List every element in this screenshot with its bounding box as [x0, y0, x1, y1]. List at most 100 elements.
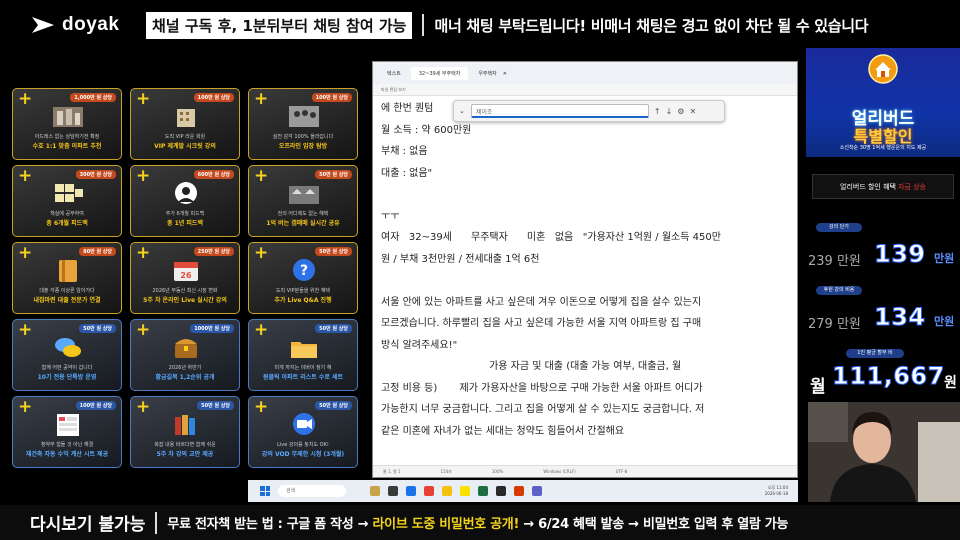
- close-icon[interactable]: ✕: [503, 71, 507, 77]
- binder-icon: [51, 257, 85, 283]
- notepad-menubar[interactable]: 파일 편집 보기: [373, 84, 797, 96]
- benefit-name: 원클릭 아파트 리스트 수로 세트: [262, 374, 344, 381]
- benefit-card: +100만 원 상당 청약부 힘들 것 아닌 해결 재건축 자동 수익 계산 시트 …: [12, 396, 122, 468]
- stat-unit: 원: [944, 375, 957, 391]
- notepad-line: 원 / 부채 3천만원 / 전세대출 1억 6천: [381, 253, 540, 265]
- previous-match-icon[interactable]: ↑: [654, 107, 661, 116]
- benefit-card: +100만 원 상당 실전 감각 100% 올라갑니다 오프라인 임장 탐방: [248, 88, 358, 160]
- price-badge: 100만 원 상당: [311, 93, 352, 102]
- plus-icon: +: [18, 89, 33, 109]
- logo: doyak: [30, 14, 142, 36]
- chat-manner-notice: 매너 채팅 부탁드립니다! 비매너 채팅은 경고 없이 차단 될 수 있습니다: [434, 16, 869, 35]
- benefit-subtitle: 미개 까지는 이버이 정기 혜: [274, 365, 332, 371]
- ad-caption: 소선착순 30명 1억세 행운운의 지도 제공: [839, 145, 927, 151]
- app-icon[interactable]: [532, 486, 542, 496]
- price-badge: 250만 원 상당: [193, 247, 234, 256]
- plus-icon: +: [254, 397, 269, 417]
- notepad-line: 모르겠습니다. 하루빨리 집을 사고 싶은데 가능한 서울 지역 아파트랑 집 …: [381, 318, 702, 329]
- notepad-line: 월 소득 : 약 600만원: [381, 124, 472, 136]
- find-input[interactable]: 제이조: [470, 104, 649, 118]
- webcam-person-image: [808, 402, 960, 502]
- next-match-icon[interactable]: ↓: [666, 107, 673, 116]
- price-badge: 600만 원 상당: [193, 170, 234, 179]
- chrome-icon[interactable]: [424, 486, 434, 496]
- chevron-down-icon[interactable]: ⌄: [459, 107, 465, 115]
- status-zoom: 100%: [491, 469, 504, 474]
- brand-name: doyak: [62, 14, 120, 35]
- benefit-card: +50만 원 상당 복잡 내용 바르다면 함께 쉬운 5주 차 강의 교안 제공: [130, 396, 240, 468]
- apartment-photo-icon: [51, 103, 85, 129]
- app-icon[interactable]: [496, 486, 506, 496]
- price-stat-1: 강의 단가 239 만원 139 만원: [806, 220, 960, 270]
- benefit-card: +50만 원 상당 Live 강의를 놓치도 OK! 강의 VOD 무제한 시청 (…: [248, 396, 358, 468]
- avatar-icon: [169, 180, 203, 206]
- plus-icon: +: [254, 243, 269, 263]
- plus-icon: +: [136, 89, 151, 109]
- benefit-card: +50만 원 상당 전의 어디에도 없는 혜택 1억 버는 갭매매 실시간 공유: [248, 165, 358, 237]
- stat-old-price: 279 만원: [808, 317, 861, 332]
- powerpoint-icon[interactable]: [514, 486, 524, 496]
- stat-old-price: 239 만원: [808, 254, 861, 269]
- calendar-icon: 26: [169, 257, 203, 283]
- people-photo-icon: [287, 103, 321, 129]
- folder-icon[interactable]: [442, 486, 452, 496]
- benefit-card: +600만 원 상당 추가 6개월 피드백 총 1년 피드백: [130, 165, 240, 237]
- benefit-name: 5주 차 온라인 Live 실시간 강의: [143, 297, 227, 304]
- taskbar-search-input[interactable]: 검색: [278, 485, 346, 497]
- app-task-view-icon[interactable]: [388, 486, 398, 496]
- benefit-subtitle: 실전 감각 100% 올라갑니다: [272, 134, 334, 140]
- tab-active[interactable]: 32~39세 무주택자: [410, 66, 469, 80]
- benefit-card: +50만 원 상당 미개 까지는 이버이 정기 혜 원클릭 아파트 리스트 수로 세…: [248, 319, 358, 391]
- benefit-name: 10기 전용 단톡방 운영: [37, 374, 97, 381]
- price-badge: 50만 원 상당: [79, 324, 116, 333]
- plus-icon: +: [136, 320, 151, 340]
- video-camera-icon: [287, 411, 321, 437]
- price-badge: 50만 원 상당: [197, 401, 234, 410]
- stat-unit: 만원: [934, 315, 955, 328]
- edge-icon[interactable]: [406, 486, 416, 496]
- question-bubble-icon: ?: [287, 257, 321, 283]
- stat-prefix: 월: [810, 377, 826, 397]
- notepad-line: 가능한지 너무 궁금합니다. 그리고 집을 어떻게 살 수 있는지도 궁금합니다…: [381, 404, 705, 415]
- close-find-icon[interactable]: ✕: [689, 107, 696, 116]
- notepad-line: [381, 184, 791, 206]
- stat-monthly-price: 111,667: [832, 362, 945, 391]
- ebook-guide: 무료 전자책 받는 법 : 구글 폼 작성 → 라이브 도중 비밀번호 공개! …: [167, 517, 789, 532]
- tab-file[interactable]: 텍스트: [379, 67, 409, 80]
- windows-start-icon[interactable]: [260, 486, 270, 496]
- options-icon[interactable]: ⚙: [677, 107, 684, 116]
- kakaotalk-icon[interactable]: [460, 486, 470, 496]
- status-position: 줄 1, 열 1: [383, 468, 401, 474]
- price-badge: 1000만 원 상당: [190, 324, 234, 333]
- excel-icon[interactable]: [478, 486, 488, 496]
- notepad-line: 서울 안에 있는 아파트를 사고 싶은데 겨우 이돈으로 어떻게 집을 살수 있…: [381, 296, 702, 308]
- benefit-name: VIP 제계발 시크릿 강의: [154, 143, 216, 150]
- benefit-subtitle: 책실에 공부하여: [50, 211, 84, 217]
- svg-text:?: ?: [300, 263, 308, 279]
- app-photo-icon[interactable]: [370, 486, 380, 496]
- documents-icon: [51, 180, 85, 206]
- windows-taskbar: 검색 오후 11:04 2026-06-18: [248, 480, 798, 502]
- notepad-window[interactable]: 텍스트 32~39세 무주택자 우주택자 ✕ 파일 편집 보기 에 한번 퀀텀 월 …: [372, 61, 798, 478]
- find-bar: ⌄ 제이조 ↑ ↓ ⚙ ✕: [453, 100, 725, 122]
- notepad-text[interactable]: 에 한번 퀀텀 월 소득 : 약 600만원 부채 : 없음 대출 : 없음" ㅜㅜ 여…: [381, 98, 791, 442]
- notepad-tabbar: 텍스트 32~39세 무주택자 우주택자 ✕: [373, 62, 797, 84]
- plus-icon: +: [18, 166, 33, 186]
- tab-other[interactable]: 우주택자 ✕: [470, 67, 515, 80]
- plus-icon: +: [254, 320, 269, 340]
- price-stat-3: 1인 평균 할부 비 월 111,667 원: [806, 346, 960, 397]
- house-badge-icon: [868, 54, 898, 84]
- benefit-subtitle: 전의 어디에도 없는 혜택: [277, 211, 329, 217]
- benefit-card: +50만 원 상당 함께 어떤 공약이 갑니다 10기 전용 단톡방 운영: [12, 319, 122, 391]
- benefit-name: 강의 VOD 무제한 시청 (3개월): [261, 451, 345, 458]
- benefit-name: 5주 차 강의 교안 제공: [156, 451, 214, 458]
- benefit-card: +1,000만 원 상당 아드레스 없는 상담하기전 확정 수호 1:1 맞춤 아파…: [12, 88, 122, 160]
- system-clock[interactable]: 오후 11:04 2026-06-18: [765, 485, 788, 497]
- notepad-line: 방식 알려주세요!": [381, 339, 458, 351]
- house-row-icon: [287, 180, 321, 206]
- benefit-card: +300만 원 상당 책실에 공부하여 총 6개월 피드백: [12, 165, 122, 237]
- stat-tag: 후원 강의 비용: [816, 286, 862, 295]
- price-badge: 300만 원 상당: [75, 170, 116, 179]
- price-badge: 50만 원 상당: [315, 247, 352, 256]
- benefit-name: 재건축 자동 수익 계산 시트 제공: [25, 451, 109, 458]
